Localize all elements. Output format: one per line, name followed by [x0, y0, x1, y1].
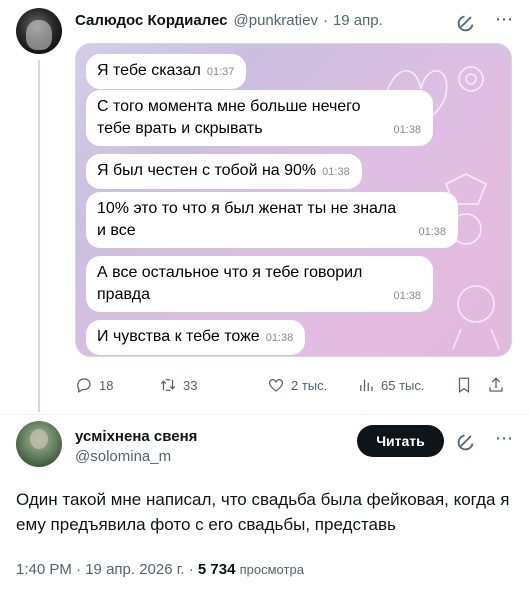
reply-button[interactable]: 18 — [75, 373, 113, 397]
grok-icon[interactable] — [455, 429, 479, 453]
thread-line — [38, 60, 40, 412]
meta-separator: · — [76, 561, 82, 578]
chat-message: С того момента мне больше нечего тебе вр… — [86, 90, 433, 146]
author-name[interactable]: Салюдос Кордиалес — [75, 12, 228, 29]
follow-button[interactable]: Читать — [357, 425, 444, 457]
tweet-header: Салюдос Кордиалес @punkratiev · 19 апр. — [75, 12, 383, 29]
message-text: Я был честен с тобой на 90% — [97, 162, 317, 179]
reply-views-label: просмотра — [239, 562, 304, 577]
chat-message: 10% это то что я был женат ты не знала и… — [86, 192, 458, 248]
like-button[interactable]: 2 тыс. — [267, 373, 327, 397]
meta-separator: · — [188, 561, 194, 578]
views-button[interactable]: 65 тыс. — [357, 373, 424, 397]
reply-count: 18 — [99, 377, 114, 393]
header-separator: · — [322, 12, 328, 29]
author-avatar[interactable] — [16, 8, 62, 54]
message-text: С того момента мне больше нечего тебе вр… — [97, 98, 361, 137]
chat-message: Я тебе сказал 01:37 — [86, 54, 247, 89]
repost-icon — [160, 379, 176, 391]
repost-button[interactable]: 33 — [159, 373, 197, 397]
message-text: Я тебе сказал — [97, 62, 201, 79]
reply-time[interactable]: 1:40 PM — [16, 561, 72, 578]
message-time: 01:38 — [418, 226, 446, 238]
bookmark-icon — [458, 377, 470, 393]
message-text: 10% это то что я был женат ты не знала и… — [97, 200, 397, 239]
more-icon[interactable]: ⋯ — [492, 429, 516, 453]
heart-icon — [268, 379, 284, 392]
tweet-actions: 18 33 2 тыс. 65 тыс. — [75, 373, 515, 397]
views-icon — [360, 379, 373, 391]
reply-meta: 1:40 PM · 19 апр. 2026 г. · 5 734 просмо… — [16, 561, 304, 578]
quoted-tweet: Салюдос Кордиалес @punkratiev · 19 апр. … — [0, 0, 529, 415]
message-time: 01:38 — [265, 332, 294, 344]
tweet-date[interactable]: 19 апр. — [333, 12, 383, 29]
reply-text: Один такой мне написал, что свадьба была… — [16, 490, 510, 534]
reply-icon — [77, 378, 91, 393]
reply-author-name[interactable]: усміхнена свеня — [75, 428, 197, 445]
chat-message: Я был честен с тобой на 90% 01:38 — [86, 154, 362, 189]
reply-author-handle[interactable]: @solomina_m — [75, 448, 171, 465]
chat-screenshot-image[interactable]: Я тебе сказал 01:37 С того момента мне бо… — [75, 43, 512, 357]
chat-message: И чувства к тебе тоже 01:38 — [86, 320, 306, 355]
chat-message: А все остальное что я тебе говорил правд… — [86, 256, 433, 312]
reply-date[interactable]: 19 апр. 2026 г. — [85, 561, 184, 578]
like-count: 2 тыс. — [291, 377, 328, 393]
author-handle[interactable]: @punkratiev — [234, 12, 318, 29]
reply-views-count: 5 734 — [197, 561, 236, 578]
reply-author-avatar[interactable] — [16, 421, 62, 467]
message-time: 01:38 — [322, 166, 350, 178]
message-text: И чувства к тебе тоже — [97, 328, 260, 345]
views-count: 65 тыс. — [381, 377, 425, 393]
message-time: 01:37 — [206, 66, 235, 78]
share-icon — [489, 377, 503, 392]
message-time: 01:38 — [393, 124, 421, 136]
bookmark-button[interactable] — [455, 373, 479, 397]
repost-count: 33 — [183, 377, 198, 393]
grok-icon[interactable] — [455, 10, 479, 34]
message-time: 01:38 — [393, 290, 421, 302]
divider — [0, 414, 529, 415]
message-text: А все остальное что я тебе говорил правд… — [97, 264, 363, 303]
more-icon[interactable]: ⋯ — [492, 10, 516, 34]
share-button[interactable] — [487, 373, 511, 397]
